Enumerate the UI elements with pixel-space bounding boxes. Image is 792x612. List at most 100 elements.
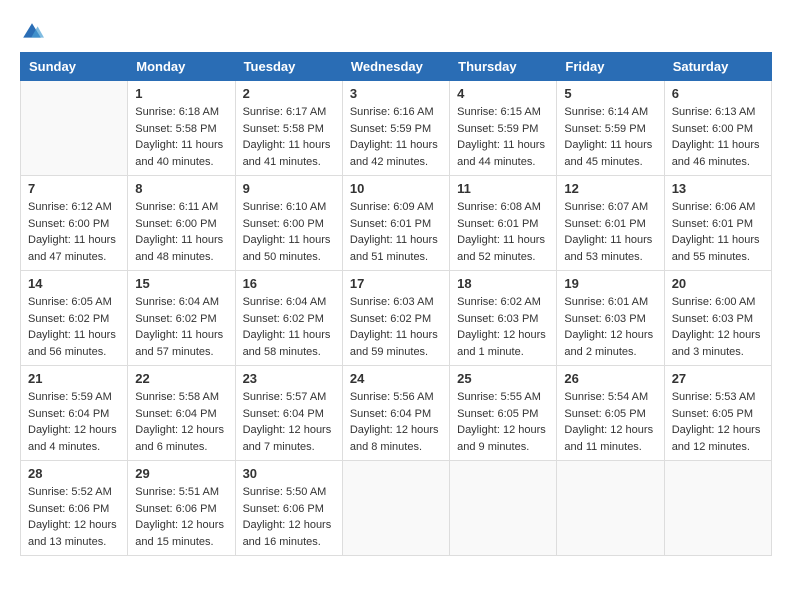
day-info: Sunrise: 5:54 AMSunset: 6:05 PMDaylight:…: [564, 389, 656, 455]
calendar-cell: 15 Sunrise: 6:04 AMSunset: 6:02 PMDayligh…: [128, 271, 235, 366]
calendar-week-row: 7 Sunrise: 6:12 AMSunset: 6:00 PMDaylight…: [21, 176, 772, 271]
day-number: 14: [28, 276, 120, 291]
calendar-header-saturday: Saturday: [664, 53, 771, 81]
day-info: Sunrise: 5:59 AMSunset: 6:04 PMDaylight:…: [28, 389, 120, 455]
day-number: 25: [457, 371, 549, 386]
calendar-cell: 12 Sunrise: 6:07 AMSunset: 6:01 PMDayligh…: [557, 176, 664, 271]
calendar-cell: 6 Sunrise: 6:13 AMSunset: 6:00 PMDaylight…: [664, 81, 771, 176]
day-number: 22: [135, 371, 227, 386]
day-info: Sunrise: 5:58 AMSunset: 6:04 PMDaylight:…: [135, 389, 227, 455]
calendar-header-row: SundayMondayTuesdayWednesdayThursdayFrid…: [21, 53, 772, 81]
calendar-cell: 10 Sunrise: 6:09 AMSunset: 6:01 PMDayligh…: [342, 176, 449, 271]
day-info: Sunrise: 6:13 AMSunset: 6:00 PMDaylight:…: [672, 104, 764, 170]
day-number: 1: [135, 86, 227, 101]
calendar-cell: [342, 461, 449, 556]
calendar-cell: 14 Sunrise: 6:05 AMSunset: 6:02 PMDayligh…: [21, 271, 128, 366]
calendar-cell: 3 Sunrise: 6:16 AMSunset: 5:59 PMDaylight…: [342, 81, 449, 176]
day-info: Sunrise: 6:06 AMSunset: 6:01 PMDaylight:…: [672, 199, 764, 265]
calendar-cell: 17 Sunrise: 6:03 AMSunset: 6:02 PMDayligh…: [342, 271, 449, 366]
day-info: Sunrise: 6:14 AMSunset: 5:59 PMDaylight:…: [564, 104, 656, 170]
day-info: Sunrise: 6:03 AMSunset: 6:02 PMDaylight:…: [350, 294, 442, 360]
day-number: 19: [564, 276, 656, 291]
day-number: 10: [350, 181, 442, 196]
day-number: 29: [135, 466, 227, 481]
day-info: Sunrise: 5:51 AMSunset: 6:06 PMDaylight:…: [135, 484, 227, 550]
day-number: 8: [135, 181, 227, 196]
day-number: 9: [243, 181, 335, 196]
calendar-cell: 20Sunrise: 6:00 AMSunset: 6:03 PMDayligh…: [664, 271, 771, 366]
calendar-cell: [450, 461, 557, 556]
calendar-header-sunday: Sunday: [21, 53, 128, 81]
day-info: Sunrise: 5:50 AMSunset: 6:06 PMDaylight:…: [243, 484, 335, 550]
calendar-cell: 13Sunrise: 6:06 AMSunset: 6:01 PMDayligh…: [664, 176, 771, 271]
day-info: Sunrise: 6:04 AMSunset: 6:02 PMDaylight:…: [135, 294, 227, 360]
calendar-cell: 2 Sunrise: 6:17 AMSunset: 5:58 PMDaylight…: [235, 81, 342, 176]
day-info: Sunrise: 6:16 AMSunset: 5:59 PMDaylight:…: [350, 104, 442, 170]
calendar-week-row: 1 Sunrise: 6:18 AMSunset: 5:58 PMDaylight…: [21, 81, 772, 176]
calendar-cell: [664, 461, 771, 556]
day-number: 11: [457, 181, 549, 196]
calendar-cell: 7 Sunrise: 6:12 AMSunset: 6:00 PMDaylight…: [21, 176, 128, 271]
calendar-cell: 25 Sunrise: 5:55 AMSunset: 6:05 PMDayligh…: [450, 366, 557, 461]
day-number: 4: [457, 86, 549, 101]
day-info: Sunrise: 6:05 AMSunset: 6:02 PMDaylight:…: [28, 294, 120, 360]
day-number: 17: [350, 276, 442, 291]
day-number: 7: [28, 181, 120, 196]
calendar-cell: 4 Sunrise: 6:15 AMSunset: 5:59 PMDaylight…: [450, 81, 557, 176]
day-number: 23: [243, 371, 335, 386]
calendar-cell: 26 Sunrise: 5:54 AMSunset: 6:05 PMDayligh…: [557, 366, 664, 461]
day-info: Sunrise: 6:09 AMSunset: 6:01 PMDaylight:…: [350, 199, 442, 265]
day-number: 2: [243, 86, 335, 101]
day-number: 27: [672, 371, 764, 386]
calendar-week-row: 28 Sunrise: 5:52 AMSunset: 6:06 PMDayligh…: [21, 461, 772, 556]
calendar-cell: 22 Sunrise: 5:58 AMSunset: 6:04 PMDayligh…: [128, 366, 235, 461]
calendar-cell: 19 Sunrise: 6:01 AMSunset: 6:03 PMDayligh…: [557, 271, 664, 366]
calendar-cell: 23 Sunrise: 5:57 AMSunset: 6:04 PMDayligh…: [235, 366, 342, 461]
day-number: 12: [564, 181, 656, 196]
day-number: 5: [564, 86, 656, 101]
calendar-cell: 24Sunrise: 5:56 AMSunset: 6:04 PMDayligh…: [342, 366, 449, 461]
day-info: Sunrise: 6:07 AMSunset: 6:01 PMDaylight:…: [564, 199, 656, 265]
calendar-cell: 30 Sunrise: 5:50 AMSunset: 6:06 PMDayligh…: [235, 461, 342, 556]
logo: [20, 20, 48, 44]
calendar-table: SundayMondayTuesdayWednesdayThursdayFrid…: [20, 52, 772, 556]
calendar-cell: 9 Sunrise: 6:10 AMSunset: 6:00 PMDaylight…: [235, 176, 342, 271]
day-number: 16: [243, 276, 335, 291]
day-info: Sunrise: 5:56 AMSunset: 6:04 PMDaylight:…: [350, 389, 442, 455]
day-info: Sunrise: 6:01 AMSunset: 6:03 PMDaylight:…: [564, 294, 656, 360]
calendar-cell: 18 Sunrise: 6:02 AMSunset: 6:03 PMDayligh…: [450, 271, 557, 366]
day-info: Sunrise: 5:52 AMSunset: 6:06 PMDaylight:…: [28, 484, 120, 550]
day-info: Sunrise: 6:10 AMSunset: 6:00 PMDaylight:…: [243, 199, 335, 265]
calendar-cell: [557, 461, 664, 556]
calendar-header-monday: Monday: [128, 53, 235, 81]
day-info: Sunrise: 5:55 AMSunset: 6:05 PMDaylight:…: [457, 389, 549, 455]
calendar-cell: 16Sunrise: 6:04 AMSunset: 6:02 PMDayligh…: [235, 271, 342, 366]
day-number: 3: [350, 86, 442, 101]
day-number: 6: [672, 86, 764, 101]
day-info: Sunrise: 6:08 AMSunset: 6:01 PMDaylight:…: [457, 199, 549, 265]
calendar-cell: 8 Sunrise: 6:11 AMSunset: 6:00 PMDaylight…: [128, 176, 235, 271]
day-info: Sunrise: 5:57 AMSunset: 6:04 PMDaylight:…: [243, 389, 335, 455]
day-number: 18: [457, 276, 549, 291]
calendar-week-row: 21 Sunrise: 5:59 AMSunset: 6:04 PMDayligh…: [21, 366, 772, 461]
day-number: 26: [564, 371, 656, 386]
day-info: Sunrise: 6:18 AMSunset: 5:58 PMDaylight:…: [135, 104, 227, 170]
day-number: 21: [28, 371, 120, 386]
calendar-header-tuesday: Tuesday: [235, 53, 342, 81]
calendar-cell: 28 Sunrise: 5:52 AMSunset: 6:06 PMDayligh…: [21, 461, 128, 556]
calendar-cell: 27Sunrise: 5:53 AMSunset: 6:05 PMDayligh…: [664, 366, 771, 461]
calendar-cell: [21, 81, 128, 176]
day-info: Sunrise: 6:17 AMSunset: 5:58 PMDaylight:…: [243, 104, 335, 170]
page-header: [20, 20, 772, 44]
day-info: Sunrise: 6:02 AMSunset: 6:03 PMDaylight:…: [457, 294, 549, 360]
day-info: Sunrise: 6:12 AMSunset: 6:00 PMDaylight:…: [28, 199, 120, 265]
calendar-header-friday: Friday: [557, 53, 664, 81]
calendar-header-thursday: Thursday: [450, 53, 557, 81]
calendar-cell: 11 Sunrise: 6:08 AMSunset: 6:01 PMDayligh…: [450, 176, 557, 271]
day-number: 28: [28, 466, 120, 481]
day-info: Sunrise: 6:11 AMSunset: 6:00 PMDaylight:…: [135, 199, 227, 265]
day-info: Sunrise: 6:15 AMSunset: 5:59 PMDaylight:…: [457, 104, 549, 170]
day-number: 15: [135, 276, 227, 291]
calendar-week-row: 14 Sunrise: 6:05 AMSunset: 6:02 PMDayligh…: [21, 271, 772, 366]
day-number: 30: [243, 466, 335, 481]
